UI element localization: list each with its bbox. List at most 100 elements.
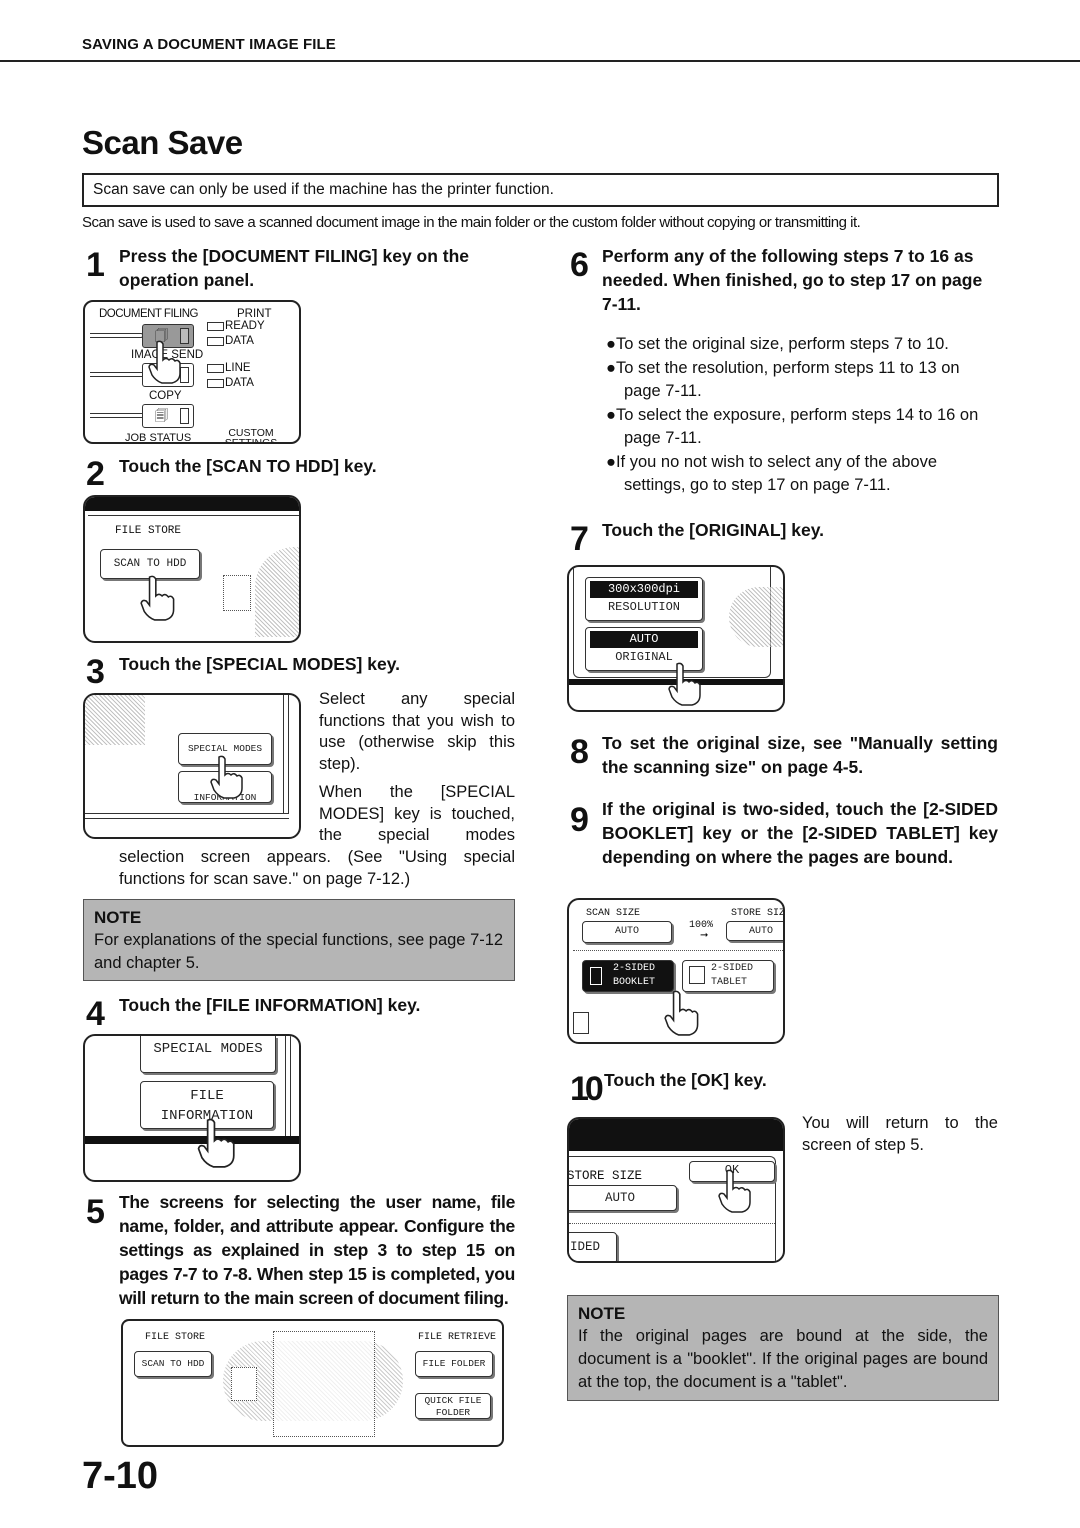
step-3-body-para2a: When the [SPECIAL MODES] key is touched,… xyxy=(319,783,515,844)
page-title: Scan Save xyxy=(82,124,243,161)
note-box-special-functions: NOTE For explanations of the special fun… xyxy=(83,899,515,981)
bullet-icon: ● xyxy=(606,335,616,353)
step-3-body-para1: Select any special functions that you wi… xyxy=(319,690,515,773)
store-size-label: STORE SIZE xyxy=(567,1169,643,1183)
bullet-icon: ● xyxy=(606,405,616,424)
bullet-icon: ● xyxy=(606,358,616,377)
scan-size-button[interactable]: AUTO xyxy=(582,921,672,943)
header-rule xyxy=(0,60,1080,62)
step-6-number: 6 xyxy=(570,246,589,284)
copy-icon: 🗐 xyxy=(155,408,168,423)
step-4-number: 4 xyxy=(86,995,105,1033)
quick-file-label: QUICK FILE xyxy=(424,1395,482,1406)
two-sided-label: 2-SIDED xyxy=(711,963,754,974)
step-5-text: The screens for selecting the user name,… xyxy=(119,1192,515,1308)
step-9-text: If the original is two-sided, touch the … xyxy=(602,799,998,867)
bullet-item: ●To set the resolution, perform steps 11… xyxy=(606,358,960,401)
note-text: If the original pages are bound at the s… xyxy=(578,1327,988,1391)
resolution-button[interactable]: 300x300dpi RESOLUTION xyxy=(585,577,703,621)
note-title: NOTE xyxy=(94,908,142,927)
step-10-number: 10 xyxy=(570,1070,604,1108)
original-key-screen: 300x300dpi RESOLUTION AUTO ORIGINAL xyxy=(567,565,785,712)
step-4-text: Touch the [FILE INFORMATION] key. xyxy=(119,995,421,1015)
step-10-body: You will return to the screen of step 5. xyxy=(802,1114,998,1154)
store-size-label: STORE SIZE xyxy=(731,908,785,919)
page-number: 7-10 xyxy=(82,1455,159,1497)
special-modes-screen: SPECIAL MODES INFORMATION xyxy=(83,693,301,839)
ready-indicator xyxy=(207,322,224,331)
folder-label: FOLDER xyxy=(435,1407,471,1418)
print-label: PRINT xyxy=(237,308,272,320)
store-size-button[interactable]: AUTO xyxy=(569,1185,677,1211)
line-indicator xyxy=(207,364,224,373)
pointing-hand-icon xyxy=(197,1118,235,1168)
screen-title-bar xyxy=(569,1119,783,1151)
duplex-icon xyxy=(573,1012,589,1034)
scan-to-hdd-button[interactable]: SCAN TO HDD xyxy=(134,1351,212,1377)
line-label: LINE xyxy=(225,362,251,374)
section-header: SAVING A DOCUMENT IMAGE FILE xyxy=(82,36,336,53)
intro-text: Scan save is used to save a scanned docu… xyxy=(82,214,861,231)
two-sided-screen: SCAN SIZE AUTO 100% ➞ STORE SIZE AUTO 2-… xyxy=(567,898,785,1044)
pointing-hand-icon xyxy=(140,575,175,621)
step-7-number: 7 xyxy=(570,520,589,558)
note-text: For explanations of the special function… xyxy=(94,931,504,972)
step-9-number: 9 xyxy=(570,801,589,839)
step-3-number: 3 xyxy=(86,653,105,691)
booklet-label: BOOKLET xyxy=(613,977,656,988)
step-7-text: Touch the [ORIGINAL] key. xyxy=(602,520,824,540)
bullet-item: ●To select the exposure, perform steps 1… xyxy=(606,405,979,448)
step-3-body-para2b: selection screen appears. (See "Using sp… xyxy=(119,848,515,888)
bullet-icon: ● xyxy=(606,452,616,471)
document-filing-main-screen: FILE STORE SCAN TO HDD FILE RETRIEVE FIL… xyxy=(121,1319,504,1447)
document-icon xyxy=(223,575,251,611)
file-retrieve-label: FILE RETRIEVE xyxy=(418,1332,497,1343)
document-filing-label: DOCUMENT FILING xyxy=(99,308,199,320)
copy-label: COPY xyxy=(149,390,182,402)
step-2-number: 2 xyxy=(86,455,105,493)
booklet-icon xyxy=(590,967,602,985)
copy-key[interactable]: 🗐 xyxy=(142,404,194,428)
bullet-item: ●If you no not wish to select any of the… xyxy=(606,452,938,495)
file-label: FILE xyxy=(190,1088,224,1104)
special-modes-button[interactable]: SPECIAL MODES xyxy=(140,1036,276,1073)
operation-panel-illustration: DOCUMENT FILING 🗍 IMAGE SEND COPY 🗐 JOB … xyxy=(83,300,301,444)
step-8-text: To set the original size, see "Manually … xyxy=(602,733,998,777)
two-sided-label: 2-SIDED xyxy=(613,963,656,974)
print-data-label: DATA xyxy=(225,335,254,347)
step-3-text: Touch the [SPECIAL MODES] key. xyxy=(119,654,401,674)
quick-file-folder-button[interactable]: QUICK FILE FOLDER xyxy=(415,1393,491,1419)
line-data-indicator xyxy=(207,379,224,388)
copier-illustration xyxy=(255,547,299,637)
file-store-label: FILE STORE xyxy=(145,1332,206,1343)
pointing-hand-icon xyxy=(668,662,701,706)
two-sided-button[interactable]: IDED xyxy=(569,1232,617,1261)
step-1-number: 1 xyxy=(86,246,105,284)
pointing-hand-icon xyxy=(148,340,181,384)
tablet-label: TABLET xyxy=(711,977,748,988)
notice-box: Scan save can only be used if the machin… xyxy=(82,173,999,207)
note-title: NOTE xyxy=(578,1304,626,1323)
two-sided-booklet-button[interactable]: 2-SIDED BOOKLET xyxy=(582,960,674,992)
scan-size-label: SCAN SIZE xyxy=(586,908,641,919)
custom-settings-label: CUSTOM SETTINGS xyxy=(224,427,278,444)
step-10-text: Touch the [OK] key. xyxy=(604,1070,767,1090)
screen-title-bar xyxy=(85,497,299,511)
step-8-number: 8 xyxy=(570,733,589,771)
two-sided-tablet-button[interactable]: 2-SIDED TABLET xyxy=(682,960,774,992)
file-folder-button[interactable]: FILE FOLDER xyxy=(415,1351,493,1377)
file-information-screen: SPECIAL MODES FILE INFORMATION xyxy=(83,1034,301,1182)
copier-illustration xyxy=(85,695,145,745)
pointing-hand-icon xyxy=(210,755,243,799)
pointing-hand-icon xyxy=(718,1169,751,1213)
tablet-icon xyxy=(689,966,705,984)
copier-body-illustration xyxy=(273,1331,375,1437)
copier-illustration xyxy=(729,587,783,647)
step-6-text: Perform any of the following steps 7 to … xyxy=(602,246,983,314)
pointing-hand-icon xyxy=(664,990,699,1036)
step-6-bullet-list: ●To set the original size, perform steps… xyxy=(606,333,986,498)
bullet-item: ●To set the original size, perform steps… xyxy=(606,335,949,353)
resolution-value: 300x300dpi xyxy=(590,581,698,598)
arrow-right-icon: ➞ xyxy=(700,930,709,941)
store-size-button[interactable]: AUTO xyxy=(726,921,783,941)
